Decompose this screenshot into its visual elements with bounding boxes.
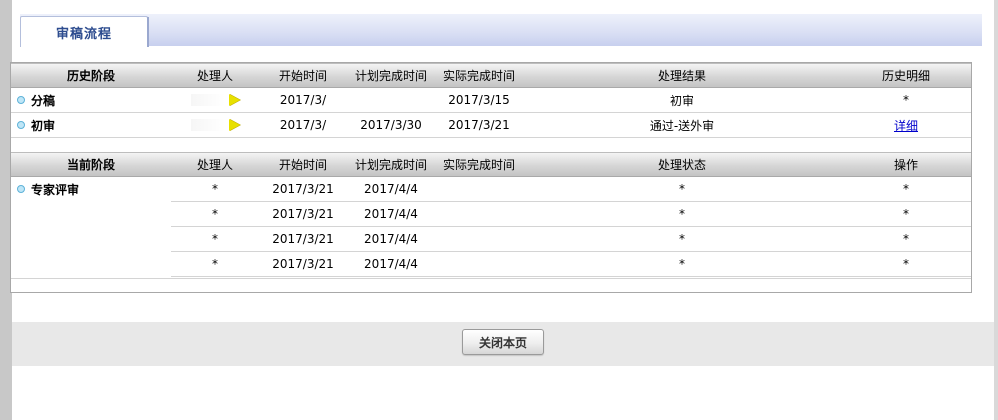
history-stage-header: 历史阶段 [66,69,115,83]
operation-header: 操作 [893,158,918,172]
start-time-cell: 2017/3/21 [272,207,334,221]
start-time-cell: 2017/3/21 [272,182,334,196]
result-cell: 初审 [669,93,694,108]
current-row: * 2017/3/21 2017/4/4 * * [171,227,971,252]
actual-finish-cell [435,227,523,251]
handler-name [190,119,225,131]
current-header-row: 当前阶段 处理人 开始时间 计划完成时间 实际完成时间 处理状态 操作 [11,152,971,177]
status-cell: * [679,232,685,246]
actual-finish-header: 实际完成时间 [442,69,515,83]
planned-finish-cell: 2017/4/4 [364,232,418,246]
history-row: 初审 2017/3/ 2017/3/30 2017/3/21 通过-送外审 详细 [11,113,971,138]
detail-link[interactable]: 详细 [894,117,918,134]
status-header: 处理状态 [657,158,706,172]
operation-cell: * [903,257,909,271]
history-stage-cell: 分稿 [11,88,171,112]
planned-finish-cell: 2017/3/30 [360,118,422,132]
tab-review-process[interactable]: 审稿流程 [20,16,149,47]
planned-finish-cell: 2017/4/4 [364,207,418,221]
start-time-cell: 2017/3/ [279,118,327,132]
planned-finish-cell: 2017/4/4 [364,182,418,196]
detail-cell: * [903,93,909,107]
handler-cell: * [212,182,218,196]
flag-icon[interactable] [228,119,240,131]
history-stage-cell: 初审 [11,113,171,137]
current-row: * 2017/3/21 2017/4/4 * * [171,202,971,227]
actual-finish-cell [435,177,523,201]
current-stage-label-wrap: 专家评审 [11,177,171,201]
status-cell: * [679,257,685,271]
actual-finish-cell [435,252,523,276]
operation-cell: * [903,207,909,221]
process-panel: 历史阶段 处理人 开始时间 计划完成时间 实际完成时间 处理结果 历史明细 分稿… [10,62,972,293]
start-time-header: 开始时间 [278,69,327,83]
history-header-row: 历史阶段 处理人 开始时间 计划完成时间 实际完成时间 处理结果 历史明细 [11,63,971,88]
scrollbar[interactable] [994,0,998,420]
result-cell: 通过-送外审 [649,118,715,133]
handler-header: 处理人 [196,158,233,172]
bullet-icon [17,96,25,104]
start-time-cell: 2017/3/ [279,93,327,107]
actual-finish-cell: 2017/3/15 [448,93,510,107]
status-cell: * [679,207,685,221]
table-bottom-divider [11,277,971,279]
handler-cell [171,88,259,112]
handler-cell: * [212,232,218,246]
current-row: * 2017/3/21 2017/4/4 * * [171,252,971,277]
close-page-button[interactable]: 关闭本页 [462,329,544,355]
operation-cell: * [903,182,909,196]
actual-finish-cell [435,202,523,226]
handler-name [190,94,225,106]
detail-cell: 详细 [841,113,971,137]
planned-finish-cell [347,88,435,112]
current-stage-header: 当前阶段 [66,158,115,172]
tab-label: 审稿流程 [55,26,112,42]
flag-icon[interactable] [228,94,240,106]
planned-finish-cell: 2017/4/4 [364,257,418,271]
start-time-header: 开始时间 [278,158,327,172]
planned-finish-header: 计划完成时间 [354,69,427,83]
handler-header: 处理人 [196,69,233,83]
current-row: * 2017/3/21 2017/4/4 * * [171,177,971,202]
stage-name: 专家评审 [31,182,80,197]
tab-bar [20,14,982,46]
history-detail-header: 历史明细 [881,69,930,83]
actual-finish-cell: 2017/3/21 [448,118,510,132]
actual-finish-header: 实际完成时间 [442,158,515,172]
operation-cell: * [903,232,909,246]
history-row: 分稿 2017/3/ 2017/3/15 初审 * [11,88,971,113]
bullet-icon [17,121,25,129]
handler-cell: * [212,207,218,221]
handler-cell [171,113,259,137]
start-time-cell: 2017/3/21 [272,232,334,246]
current-stage-cell: 专家评审 [11,177,171,201]
start-time-cell: 2017/3/21 [272,257,334,271]
stage-name: 分稿 [31,93,56,108]
planned-finish-header: 计划完成时间 [354,158,427,172]
stage-name: 初审 [31,118,56,133]
status-cell: * [679,182,685,196]
bullet-icon [17,185,25,193]
result-header: 处理结果 [657,69,706,83]
handler-cell: * [212,257,218,271]
